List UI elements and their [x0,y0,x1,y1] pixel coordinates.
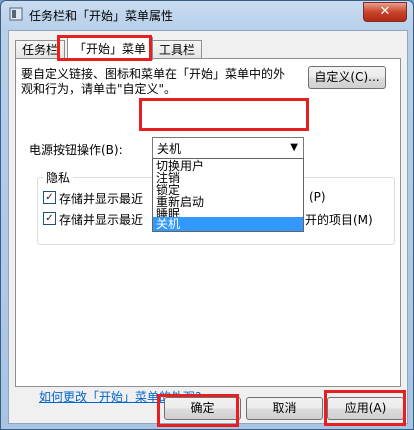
power-button-label: 电源按钮操作(B): [29,143,123,157]
cancel-button[interactable]: 取消 [246,397,323,420]
title-bar[interactable]: 任务栏和「开始」菜单属性 ✕ [1,1,413,29]
dialog-client: 任务栏 「开始」菜单 工具栏 要自定义链接、图标和菜单在「开始」菜单中的外观和行… [8,30,408,424]
privacy-item-2-label: 存储并显示最近 [59,213,144,227]
tab-start-menu[interactable]: 「开始」菜单 [67,37,154,60]
privacy-item-1-suffix: (P) [309,190,326,204]
ok-button[interactable]: 确定 [164,397,241,420]
tab-start-menu-label: 「开始」菜单 [74,42,147,56]
tab-taskbar[interactable]: 任务栏 [15,40,66,59]
tab-toolbars[interactable]: 工具栏 [152,40,203,59]
dialog-window: 任务栏和「开始」菜单属性 ✕ 任务栏 「开始」菜单 工具栏 要自定义链接、图标和… [0,0,414,430]
power-options-list[interactable]: 切换用户 注销 锁定 重新启动 睡眠 关机 [152,158,304,232]
option-shut-down[interactable]: 关机 [153,217,303,231]
privacy-item-2-suffix: 开的项目(M) [305,213,373,227]
close-button[interactable]: ✕ [363,2,407,22]
description-text: 要自定义链接、图标和菜单在「开始」菜单中的外观和行为，请单击"自定义"。 [21,67,286,96]
tab-toolbars-label: 工具栏 [159,43,196,57]
power-button-select[interactable]: 关机 ▼ [152,137,304,159]
privacy-item-1-label: 存储并显示最近 [59,192,144,206]
tab-taskbar-label: 任务栏 [22,43,59,57]
customize-button[interactable]: 自定义(C)... [308,66,386,89]
privacy-group-label: 隐私 [43,169,74,186]
privacy-checkbox-2[interactable]: ✓ [43,212,56,225]
power-button-value: 关机 [157,142,182,156]
chevron-down-icon: ▼ [290,142,298,153]
window-title: 任务栏和「开始」菜单属性 [29,9,174,23]
apply-button[interactable]: 应用(A) [327,397,404,420]
privacy-checkbox-1[interactable]: ✓ [43,191,56,204]
taskbar-icon [9,7,23,21]
